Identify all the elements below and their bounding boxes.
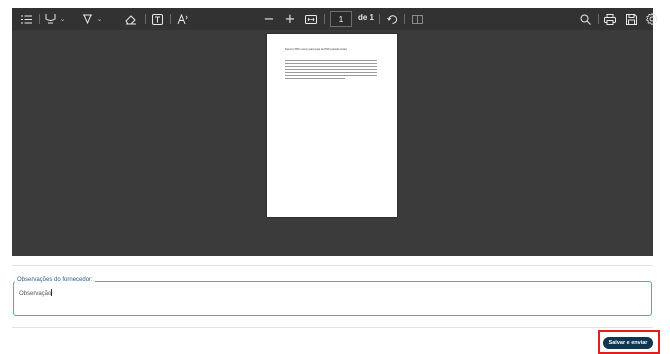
toolbar-separator [379,14,380,24]
text-line [285,75,377,76]
save-and-send-button[interactable]: Salvar e enviar [603,337,653,349]
toolbar-separator [598,14,599,24]
read-aloud-icon[interactable] [176,11,190,27]
text-line [285,78,345,79]
print-icon[interactable] [603,11,617,27]
text-line [285,72,377,73]
toolbar-separator [39,14,40,24]
rotate-icon[interactable] [385,11,399,27]
text-line [285,66,377,67]
observations-field[interactable] [13,281,652,316]
text-box-icon[interactable] [150,11,164,27]
text-line [285,69,377,70]
zoom-in-icon[interactable]: + [284,11,296,27]
document-canvas: Dummy PDF Lorem para teste de PDF (sampl… [12,30,653,256]
zoom-out-icon[interactable]: − [263,11,275,27]
toolbar-separator [145,14,146,24]
divider [12,327,653,328]
toolbar-separator [170,14,171,24]
erase-icon[interactable] [124,11,138,27]
contents-icon[interactable] [19,11,33,27]
pdf-toolbar: ⌄ ⌄ − + 1 de 1 [12,8,658,30]
toolbar-separator [324,14,325,24]
text-line [285,60,377,61]
settings-icon[interactable] [645,11,659,27]
observations-label: Observações do fornecedor: [15,277,95,283]
search-icon[interactable] [578,11,592,27]
divider [12,265,653,266]
page-count: de 1 [358,13,375,22]
chevron-down-icon[interactable]: ⌄ [60,15,66,23]
text-caret [51,289,53,296]
highlight-icon[interactable]: ⌄ [44,11,66,27]
toolbar-separator [404,14,405,24]
save-icon[interactable] [624,11,638,27]
pdf-viewer: ⌄ ⌄ − + 1 de 1 Dummy PDF Lorem para test… [12,8,658,256]
page-view-icon[interactable] [410,11,424,27]
pdf-page: Dummy PDF Lorem para teste de PDF (sampl… [267,34,397,217]
page-number-input[interactable]: 1 [330,11,352,27]
chevron-down-icon[interactable]: ⌄ [97,15,103,23]
observations-textarea[interactable]: Observação [19,289,53,297]
fit-page-icon[interactable] [304,11,318,27]
draw-icon[interactable]: ⌄ [81,11,103,27]
text-line [285,63,377,64]
page-title: Dummy PDF Lorem para teste de PDF (sampl… [285,48,347,51]
